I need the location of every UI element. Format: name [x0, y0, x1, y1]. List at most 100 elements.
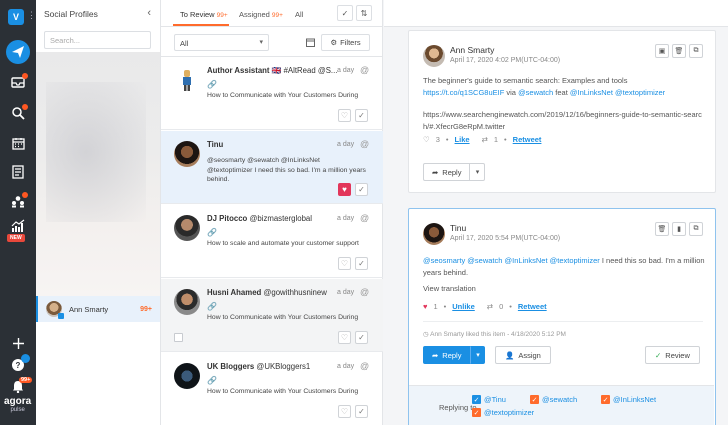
active-tab-indicator	[173, 24, 229, 26]
inbox-item-selected[interactable]: Tinu a day @ @seosmarty @sewatch @InLink…	[161, 131, 383, 204]
profile-name: Ann Smarty	[69, 304, 109, 314]
item-author: Tinu	[207, 140, 224, 149]
trash-icon[interactable]: 🗑	[655, 222, 669, 236]
inbox-item[interactable]: DJ Pitocco @bizmasterglobal a day @ 🔗 Ho…	[161, 205, 383, 278]
chevron-down-icon: ▾	[259, 39, 263, 46]
reply-actions: 🗑 ▮ ⧉	[655, 222, 703, 236]
reply-arrow-icon: ➦	[432, 350, 439, 360]
reply-author: Tinu	[450, 223, 467, 233]
reports-list-icon[interactable]	[6, 160, 30, 184]
retweet-icon: ⇄	[486, 302, 494, 311]
sort-button[interactable]: ⇅	[356, 5, 372, 21]
monitor-icon[interactable]	[6, 101, 30, 125]
collapse-panel-icon[interactable]: ‹	[147, 7, 151, 19]
recipient-sewatch[interactable]: ✓ @sewatch	[530, 395, 577, 404]
inbox-icon[interactable]	[6, 70, 30, 94]
archive-icon[interactable]: ▣	[655, 44, 669, 58]
original-post-card: Ann Smarty April 17, 2020 4:02 PM(UTC-04…	[408, 30, 716, 193]
checkbox-checked-icon: ✓	[472, 395, 481, 404]
users-icon[interactable]	[6, 189, 30, 213]
item-time: a day	[337, 67, 355, 74]
inbox-item[interactable]: Author Assistant 🇬🇧 #AltRead @S... a day…	[161, 57, 383, 130]
expand-icon[interactable]: ⧉	[689, 222, 703, 236]
mark-all-reviewed-button[interactable]: ✓	[337, 5, 353, 21]
like-button-active[interactable]: ♥	[338, 183, 351, 196]
mention-icon: @	[360, 213, 370, 223]
divider	[423, 321, 703, 322]
bookmark-icon[interactable]: ▮	[672, 222, 686, 236]
reply-button[interactable]: ➦ Reply	[423, 163, 471, 181]
item-time: a day	[337, 141, 355, 148]
agorapulse-logo: agora pulse	[4, 396, 32, 414]
review-check-button[interactable]: ✓	[355, 405, 368, 418]
item-text: How to Communicate with Your Customers D…	[207, 92, 359, 99]
new-badge: NEW	[7, 234, 25, 242]
review-check-button[interactable]: ✓	[355, 257, 368, 270]
left-rail: V ⋮ NEW ? 99+ agora pulse	[0, 0, 36, 425]
like-button[interactable]: ♡	[338, 257, 351, 270]
kebab-menu-icon[interactable]: ⋮	[27, 10, 36, 21]
recipient-tinu[interactable]: ✓ @Tinu	[472, 395, 506, 404]
inbox-item[interactable]: Husni Ahamed @gowithhusninew a day @ 🔗 H…	[161, 279, 383, 352]
recipient-textoptimizer[interactable]: ✓ @textoptimizer	[472, 408, 534, 417]
notifications-icon[interactable]: 99+	[6, 374, 33, 398]
tab-all[interactable]: All	[295, 10, 303, 19]
reply-dropdown-button[interactable]: ▾	[470, 163, 486, 181]
like-link[interactable]: Like	[455, 135, 470, 144]
heart-icon: ♡	[423, 135, 430, 144]
post-actions: ▣ 🗑 ⧉	[655, 44, 703, 58]
account-switcher[interactable]: V	[8, 9, 24, 25]
filter-bar: All ▾ ⚙ Filters	[161, 27, 383, 57]
notification-count-badge: 99+	[19, 377, 33, 383]
mention-icon: @	[360, 361, 370, 371]
link-icon: 🔗	[207, 302, 217, 311]
like-button[interactable]: ♡	[338, 109, 351, 122]
trash-icon[interactable]: 🗑	[672, 44, 686, 58]
reply-text: @seosmarty @sewatch @InLinksNet @textopt…	[423, 256, 705, 277]
publish-icon[interactable]	[6, 40, 30, 64]
reply-dropdown-button[interactable]: ▾	[470, 346, 486, 364]
item-text: How to scale and automate your customer …	[207, 240, 359, 247]
like-button[interactable]: ♡	[338, 405, 351, 418]
check-icon: ✓	[655, 350, 662, 360]
view-translation-link[interactable]: View translation	[423, 283, 708, 295]
reply-button[interactable]: ➦ Reply	[423, 346, 471, 364]
checkbox-checked-icon: ✓	[472, 408, 481, 417]
filters-button[interactable]: ⚙ Filters	[321, 34, 370, 51]
calendar-icon[interactable]	[6, 131, 30, 155]
assign-button[interactable]: 👤 Assign	[495, 346, 551, 364]
review-check-button[interactable]: ✓	[355, 331, 368, 344]
expand-icon[interactable]: ⧉	[689, 44, 703, 58]
tab-to-review[interactable]: To Review 99+	[180, 10, 228, 19]
inbox-item[interactable]: UK Bloggers @UKBloggers1 a day @ 🔗 How t…	[161, 353, 383, 425]
retweet-link[interactable]: Retweet	[513, 135, 542, 144]
item-text: How to Communicate with Your Customers D…	[207, 388, 359, 395]
type-filter-select[interactable]: All ▾	[174, 34, 269, 51]
heart-filled-icon: ♥	[423, 302, 428, 311]
tab-assigned[interactable]: Assigned 99+	[239, 10, 283, 19]
profiles-search-input[interactable]: Search...	[44, 31, 151, 49]
post-link[interactable]: https://t.co/q1SCG8uEIF	[423, 88, 504, 97]
like-button[interactable]: ♡	[338, 331, 351, 344]
sliders-icon: ⚙	[330, 38, 338, 47]
review-check-button[interactable]: ✓	[355, 109, 368, 122]
mention-icon: @	[360, 65, 370, 75]
avatar	[174, 289, 200, 315]
date-filter-icon[interactable]	[302, 34, 318, 51]
profile-item-selected[interactable]: Ann Smarty 99+	[36, 296, 160, 322]
link-icon: 🔗	[207, 80, 217, 89]
retweet-link[interactable]: Retweet	[518, 302, 547, 311]
select-checkbox[interactable]	[174, 333, 183, 342]
reply-date: April 17, 2020 5:54 PM(UTC-04:00)	[450, 235, 561, 242]
add-icon[interactable]	[6, 331, 30, 355]
review-check-button[interactable]: ✓	[355, 183, 368, 196]
post-url[interactable]: https://www.searchenginewatch.com/2019/1…	[423, 109, 708, 133]
reply-button-group: ➦ Reply ▾	[423, 163, 486, 181]
recipient-inlinksnet[interactable]: ✓ @InLinksNet	[601, 395, 656, 404]
item-author: Author Assistant 🇬🇧 #AltRead @S...	[207, 66, 338, 75]
review-button[interactable]: ✓ Review	[645, 346, 700, 364]
avatar	[174, 215, 200, 241]
post-date: April 17, 2020 4:02 PM(UTC-04:00)	[450, 57, 561, 64]
liked-by-line: ◷ Ann Smarty liked this item - 4/18/2020…	[423, 331, 566, 338]
unlike-link[interactable]: Unlike	[452, 302, 475, 311]
